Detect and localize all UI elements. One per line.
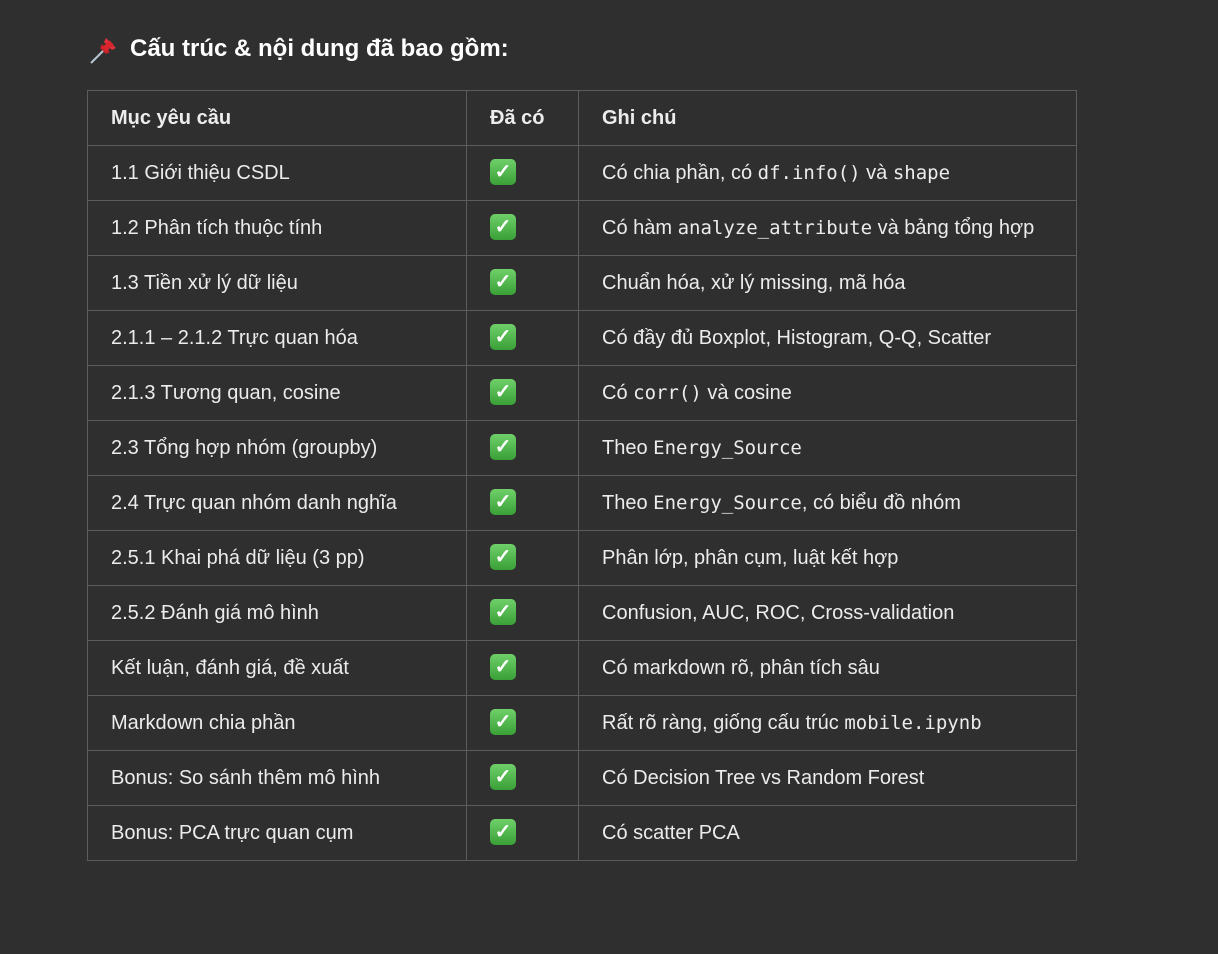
table-row: 2.3 Tổng hợp nhóm (groupby) ✓ Theo Energy_… <box>87 420 1077 476</box>
done-cell: ✓ <box>466 200 579 256</box>
note-cell: Có Decision Tree vs Random Forest <box>578 750 1077 806</box>
check-mark-icon: ✓ <box>490 378 516 405</box>
note-text: Có scatter PCA <box>602 822 740 844</box>
check-mark-icon: ✓ <box>490 708 516 735</box>
note-text: Có đầy đủ Boxplot, Histogram, Q-Q, Scatt… <box>602 327 992 349</box>
check-mark-icon: ✓ <box>490 763 516 790</box>
pushpin-icon <box>90 38 116 64</box>
requirement-cell: 2.1.3 Tương quan, cosine <box>87 365 467 421</box>
inline-code: corr() <box>633 382 702 404</box>
check-mark-icon: ✓ <box>490 653 516 680</box>
note-text: Có <box>602 382 634 404</box>
section-heading: Cấu trúc & nội dung đã bao gồm: <box>88 32 509 66</box>
check-mark-icon: ✓ <box>490 323 516 350</box>
done-cell: ✓ <box>466 695 579 751</box>
requirement-cell: 2.5.2 Đánh giá mô hình <box>87 585 467 641</box>
done-cell: ✓ <box>466 255 579 311</box>
heading-text: Cấu trúc & nội dung đã bao gồm: <box>130 35 509 62</box>
table-row: 2.5.1 Khai phá dữ liệu (3 pp) ✓ Phân lớp, … <box>87 530 1077 586</box>
table-row: 2.1.1 – 2.1.2 Trực quan hóa ✓ Có đầy đủ Bo… <box>87 310 1077 366</box>
note-cell: Confusion, AUC, ROC, Cross-validation <box>578 585 1077 641</box>
note-text: Rất rõ ràng, giống cấu trúc <box>602 712 845 734</box>
done-cell: ✓ <box>466 365 579 421</box>
check-mark-icon: ✓ <box>490 598 516 625</box>
table-row: Bonus: So sánh thêm mô hình ✓ Có Decision … <box>87 750 1077 806</box>
note-cell: Theo Energy_Source <box>578 420 1077 476</box>
requirement-cell: 2.5.1 Khai phá dữ liệu (3 pp) <box>87 530 467 586</box>
check-mark-icon: ✓ <box>490 818 516 845</box>
note-cell: Có scatter PCA <box>578 805 1077 861</box>
note-text: và cosine <box>701 382 792 404</box>
note-cell: Có chia phần, có df.info() và shape <box>578 145 1077 201</box>
check-mark-icon: ✓ <box>490 488 516 515</box>
note-text: Chuẩn hóa, xử lý missing, mã hóa <box>602 272 906 294</box>
table-row: 2.5.2 Đánh giá mô hình ✓ Confusion, AUC, R… <box>87 585 1077 641</box>
note-cell: Rất rõ ràng, giống cấu trúc mobile.ipynb <box>578 695 1077 751</box>
note-cell: Có markdown rõ, phân tích sâu <box>578 640 1077 696</box>
note-cell: Có hàm analyze_attribute và bảng tổng hợ… <box>578 200 1077 256</box>
requirement-cell: Bonus: PCA trực quan cụm <box>87 805 467 861</box>
requirement-cell: 1.2 Phân tích thuộc tính <box>87 200 467 256</box>
note-text: Phân lớp, phân cụm, luật kết hợp <box>602 547 899 569</box>
done-cell: ✓ <box>466 640 579 696</box>
note-text: và bảng tổng hợp <box>872 217 1035 239</box>
note-cell: Theo Energy_Source, có biểu đồ nhóm <box>578 475 1077 531</box>
note-text: Có Decision Tree vs Random Forest <box>602 767 925 789</box>
done-cell: ✓ <box>466 585 579 641</box>
inline-code: Energy_Source <box>653 492 802 514</box>
done-cell: ✓ <box>466 750 579 806</box>
table-row: 1.1 Giới thiệu CSDL ✓ Có chia phần, có df.… <box>87 145 1077 201</box>
requirement-cell: 2.4 Trực quan nhóm danh nghĩa <box>87 475 467 531</box>
table-row: Markdown chia phần ✓ Rất rõ ràng, giống cấ… <box>87 695 1077 751</box>
note-text: và <box>860 162 893 184</box>
check-mark-icon: ✓ <box>490 543 516 570</box>
requirement-cell: Markdown chia phần <box>87 695 467 751</box>
table-row: 2.4 Trực quan nhóm danh nghĩa ✓ Theo Energ… <box>87 475 1077 531</box>
header-note: Ghi chú <box>578 90 1077 146</box>
requirement-cell: 2.1.1 – 2.1.2 Trực quan hóa <box>87 310 467 366</box>
note-text: Theo <box>602 492 654 514</box>
requirement-cell: Kết luận, đánh giá, đề xuất <box>87 640 467 696</box>
note-text: Có hàm <box>602 217 678 239</box>
note-cell: Chuẩn hóa, xử lý missing, mã hóa <box>578 255 1077 311</box>
inline-code: Energy_Source <box>653 437 802 459</box>
table-row: 1.2 Phân tích thuộc tính ✓ Có hàm analyze_… <box>87 200 1077 256</box>
header-item: Mục yêu cầu <box>87 90 467 146</box>
done-cell: ✓ <box>466 145 579 201</box>
note-cell: Có corr() và cosine <box>578 365 1077 421</box>
table-row: Kết luận, đánh giá, đề xuất ✓ Có markdown … <box>87 640 1077 696</box>
check-mark-icon: ✓ <box>490 433 516 460</box>
table-row: Bonus: PCA trực quan cụm ✓ Có scatter PCA <box>87 805 1077 861</box>
header-done: Đã có <box>466 90 579 146</box>
note-text: Theo <box>602 437 654 459</box>
inline-code: df.info() <box>757 162 861 184</box>
note-text: , có biểu đồ nhóm <box>801 492 961 514</box>
note-cell: Có đầy đủ Boxplot, Histogram, Q-Q, Scatt… <box>578 310 1077 366</box>
done-cell: ✓ <box>466 805 579 861</box>
note-text: Có chia phần, có <box>602 162 758 184</box>
done-cell: ✓ <box>466 310 579 366</box>
requirements-table: Mục yêu cầu Đã có Ghi chú 1.1 Giới thiệu… <box>87 90 1077 861</box>
inline-code: analyze_attribute <box>677 217 873 239</box>
note-text: Confusion, AUC, ROC, Cross-validation <box>602 602 955 624</box>
note-text: Có markdown rõ, phân tích sâu <box>602 657 880 679</box>
requirement-cell: 1.3 Tiền xử lý dữ liệu <box>87 255 467 311</box>
done-cell: ✓ <box>466 530 579 586</box>
requirement-cell: 1.1 Giới thiệu CSDL <box>87 145 467 201</box>
table-header-row: Mục yêu cầu Đã có Ghi chú <box>87 90 1077 146</box>
check-mark-icon: ✓ <box>490 213 516 240</box>
done-cell: ✓ <box>466 475 579 531</box>
inline-code: shape <box>892 162 951 184</box>
table-row: 1.3 Tiền xử lý dữ liệu ✓ Chuẩn hóa, xử lý … <box>87 255 1077 311</box>
requirement-cell: 2.3 Tổng hợp nhóm (groupby) <box>87 420 467 476</box>
done-cell: ✓ <box>466 420 579 476</box>
note-cell: Phân lớp, phân cụm, luật kết hợp <box>578 530 1077 586</box>
check-mark-icon: ✓ <box>490 158 516 185</box>
table-row: 2.1.3 Tương quan, cosine ✓ Có corr() và co… <box>87 365 1077 421</box>
inline-code: mobile.ipynb <box>844 712 982 734</box>
requirement-cell: Bonus: So sánh thêm mô hình <box>87 750 467 806</box>
check-mark-icon: ✓ <box>490 268 516 295</box>
